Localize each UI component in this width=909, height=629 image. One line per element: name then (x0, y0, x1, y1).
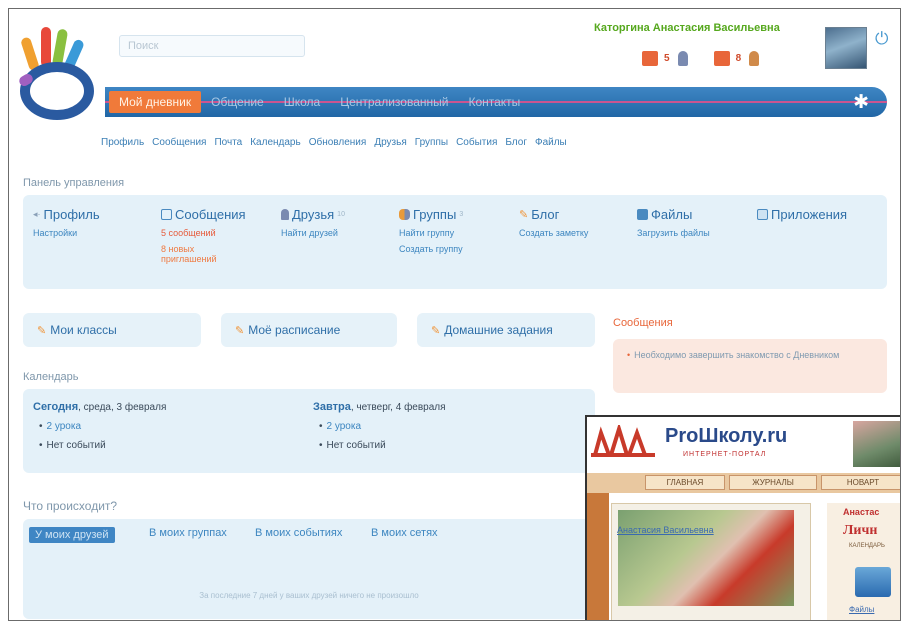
main-nav-bar: Мой дневник Общение Школа Централизованн… (105, 87, 887, 117)
avatar[interactable] (825, 27, 867, 69)
inset-profile-card (611, 503, 811, 620)
tomorrow-events: Нет событий (326, 440, 386, 451)
child-icon[interactable] (749, 51, 760, 66)
subnav-profile[interactable]: Профиль (101, 137, 144, 148)
inset-tab-journals[interactable]: ЖУРНАЛЫ (729, 475, 817, 490)
calendar-title: Календарь (23, 371, 79, 383)
panel-create-group-link[interactable]: Создать группу (399, 244, 463, 254)
calendar-box: Сегодня, среда, 3 февраля • 2 урока • Нет … (23, 389, 595, 473)
feed-tab-groups[interactable]: В моих группах (149, 527, 227, 539)
subnav-files[interactable]: Файлы (535, 137, 567, 148)
browser-frame: Поиск Каторгина Анастасия Васильевна 5 8… (8, 8, 901, 621)
panel-find-friends-link[interactable]: Найти друзей (281, 228, 345, 238)
inset-tab-main[interactable]: ГЛАВНАЯ (645, 475, 725, 490)
today-events: Нет событий (46, 440, 106, 451)
nav-contacts[interactable]: Контакты (458, 91, 530, 113)
subnav-messages[interactable]: Сообщения (152, 137, 206, 148)
notification-counters: 5 8 (642, 51, 760, 66)
user-name-link[interactable]: Каторгина Анастасия Васильевна (594, 22, 780, 34)
feed-tab-networks[interactable]: В моих сетях (371, 527, 438, 539)
today-label[interactable]: Сегодня (33, 401, 78, 413)
person-icon[interactable] (677, 51, 688, 66)
feed-empty-text: За последние 7 дней у ваших друзей ничег… (199, 591, 419, 600)
nav-school[interactable]: Школа (274, 91, 330, 113)
invite-icon[interactable] (713, 51, 730, 66)
subnav-calendar[interactable]: Календарь (250, 137, 300, 148)
homework-button[interactable]: ✎ Домашние задания (417, 313, 595, 347)
groups-count: 3 (459, 211, 464, 218)
subnav-updates[interactable]: Обновления (309, 137, 367, 148)
tomorrow-lessons-link[interactable]: 2 урока (327, 421, 362, 432)
tomorrow-date: , четверг, 4 февраля (350, 402, 446, 413)
counter-invites: 8 (735, 53, 742, 64)
panel-messages-title[interactable]: Сообщения (175, 207, 246, 222)
panel-invites-link[interactable]: 8 новых приглашений (161, 244, 231, 264)
envelope-icon[interactable] (642, 51, 658, 66)
inset-folder-icon[interactable] (855, 567, 891, 597)
tomorrow-label[interactable]: Завтра (313, 401, 351, 413)
panel-blog-title[interactable]: Блог (531, 207, 559, 222)
subnav-mail[interactable]: Почта (214, 137, 242, 148)
proshkolu-subtitle: ИНТЕРНЕТ-ПОРТАЛ (683, 451, 767, 458)
feed-tab-friends[interactable]: У моих друзей (29, 527, 115, 543)
control-panel: ◂· Профиль Настройки Сообщения 5 сообщени… (23, 195, 887, 289)
inset-right-name: Анастас (843, 507, 880, 517)
feed-title: Что происходит? (23, 499, 118, 513)
inset-profile-name-link[interactable]: Анастасия Васильевна (617, 525, 714, 535)
inset-proshkolu-screenshot: ProШколу.ru ИНТЕРНЕТ-ПОРТАЛ ГЛАВНАЯ ЖУРН… (585, 415, 900, 620)
messages-title: Сообщения (613, 317, 673, 329)
proshkolu-title: ProШколу.ru (665, 425, 788, 447)
friends-count: 10 (337, 211, 345, 218)
blog-icon: ✎ (519, 209, 529, 221)
panel-friends-title[interactable]: Друзья (292, 207, 334, 222)
pencil-icon: ✎ (235, 324, 245, 337)
subnav-groups[interactable]: Группы (415, 137, 448, 148)
my-schedule-button[interactable]: ✎ Моё расписание (221, 313, 397, 347)
messages-icon (161, 209, 172, 220)
panel-profile-title[interactable]: Профиль (44, 207, 100, 222)
profile-icon: ◂· (33, 209, 41, 219)
pencil-icon: ✎ (37, 324, 47, 337)
power-icon[interactable]: ⏻ (875, 29, 888, 49)
gear-icon[interactable]: ✱ (853, 91, 869, 114)
panel-upload-files-link[interactable]: Загрузить файлы (637, 228, 710, 238)
search-input[interactable]: Поиск (119, 35, 305, 57)
my-classes-button[interactable]: ✎ Мои классы (23, 313, 201, 347)
proshkolu-logo-icon (591, 425, 655, 457)
panel-create-note-link[interactable]: Создать заметку (519, 228, 588, 238)
nav-centralized[interactable]: Централизованный (330, 91, 458, 113)
subnav-friends[interactable]: Друзья (374, 137, 406, 148)
inset-right-small: КАЛЕНДАРЬ (849, 543, 885, 549)
nav-communication[interactable]: Общение (201, 91, 274, 113)
today-lessons-link[interactable]: 2 урока (47, 421, 82, 432)
counter-messages: 5 (664, 53, 670, 64)
feed-tab-events[interactable]: В моих событиях (255, 527, 342, 539)
apps-icon (757, 209, 768, 220)
messages-box: • Необходимо завершить знакомство с Дневн… (613, 339, 887, 393)
sub-nav: Профиль Сообщения Почта Календарь Обновл… (101, 137, 567, 148)
panel-groups-title[interactable]: Группы (413, 207, 456, 222)
today-date: , среда, 3 февраля (78, 402, 167, 413)
inset-right-title: Личн (843, 523, 878, 538)
panel-settings-link[interactable]: Настройки (33, 228, 100, 238)
inset-tab-novart[interactable]: НОВАРТ (821, 475, 900, 490)
groups-icon (399, 209, 410, 220)
friends-icon (281, 209, 289, 220)
panel-find-group-link[interactable]: Найти группу (399, 228, 463, 238)
nav-my-diary[interactable]: Мой дневник (109, 91, 202, 113)
feed-box: У моих друзей В моих группах В моих собы… (23, 519, 595, 619)
inset-header-photo (853, 421, 900, 467)
pencil-icon: ✎ (431, 324, 441, 337)
subnav-blog[interactable]: Блог (505, 137, 527, 148)
panel-messages-count-link[interactable]: 5 сообщений (161, 228, 246, 238)
panel-apps-title[interactable]: Приложения (771, 207, 847, 222)
files-icon (637, 209, 648, 220)
messages-text-link[interactable]: Необходимо завершить знакомство с Дневни… (634, 350, 839, 360)
panel-title: Панель управления (23, 177, 125, 189)
panel-files-title[interactable]: Файлы (651, 207, 692, 222)
subnav-events[interactable]: События (456, 137, 497, 148)
logo-hand-icon[interactable] (17, 23, 97, 123)
inset-files-link[interactable]: Файлы (849, 605, 874, 614)
